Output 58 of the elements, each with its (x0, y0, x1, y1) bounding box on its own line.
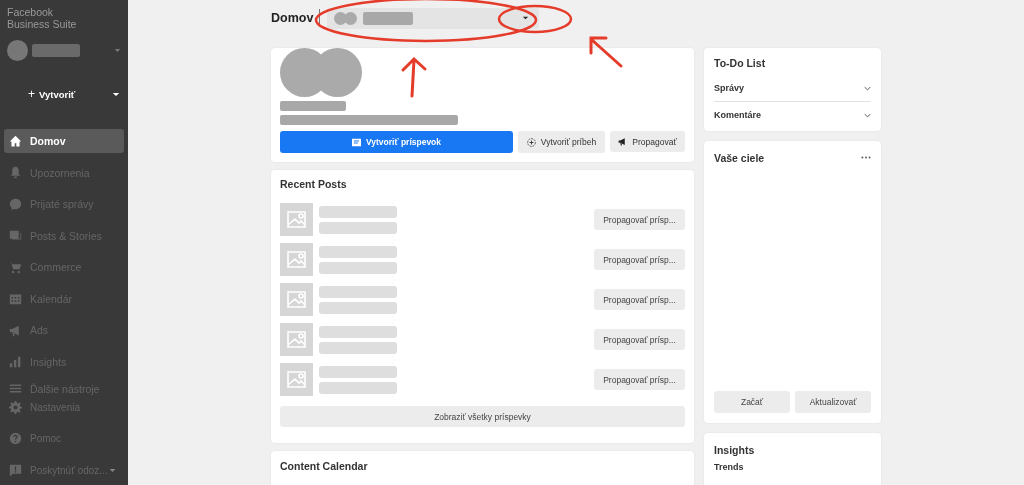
card-title: Recent Posts (280, 178, 348, 190)
chevron-down-icon (864, 112, 871, 118)
more-icon[interactable] (861, 156, 871, 159)
action-button[interactable]: Vytvoriť príspevok (280, 131, 513, 153)
promote-button[interactable]: Propagovať prísp... (594, 249, 685, 270)
goal-button[interactable]: Aktualizovať (795, 391, 871, 413)
name-placeholder (280, 101, 346, 111)
action-button[interactable]: Vytvoriť príbeh (518, 131, 605, 153)
account-avatar (7, 40, 28, 61)
page-name-placeholder (363, 11, 414, 25)
megaphone-icon (618, 137, 628, 146)
todo-item[interactable]: Správy (714, 75, 871, 101)
promote-button[interactable]: Propagovať prísp... (594, 369, 685, 390)
menu-icon (9, 382, 22, 395)
calendar-icon (9, 292, 22, 305)
card-title: Content Calendar (280, 460, 369, 472)
sidebar-item[interactable]: Domov (4, 129, 124, 153)
promote-button[interactable]: Propagovať prísp... (594, 209, 685, 230)
caret-icon[interactable] (114, 48, 121, 53)
image-icon (280, 203, 313, 236)
caret-icon (522, 16, 530, 20)
post-icon (351, 137, 361, 147)
create-button[interactable]: + Vytvoriť (28, 87, 120, 101)
bell-icon (9, 166, 22, 179)
action-button[interactable]: Propagovať (610, 131, 685, 152)
image-icon (280, 283, 313, 316)
brand-name: Business Suite (7, 18, 78, 30)
plus-circle-icon (526, 137, 536, 147)
caret-icon (112, 91, 120, 97)
megaphone-icon (9, 323, 22, 337)
promote-button[interactable]: Propagovať prísp... (594, 329, 685, 350)
card-title: Insights (714, 444, 756, 456)
image-icon (280, 243, 313, 276)
brand-name: Facebook (7, 6, 55, 18)
annotation-arrow (400, 56, 428, 98)
promote-button[interactable]: Propagovať prísp... (594, 289, 685, 310)
account-name-placeholder (32, 44, 80, 57)
show-all-button[interactable]: Zobraziť všetky príspevky (280, 406, 685, 427)
page-title: Domov (271, 11, 314, 25)
page-avatar (334, 11, 348, 25)
annotation-arrow (588, 35, 624, 69)
goal-button[interactable]: Začať (714, 391, 790, 413)
image-icon (280, 363, 313, 396)
chat-icon (9, 197, 22, 211)
chevron-down-icon (864, 85, 871, 91)
page-selector[interactable] (327, 7, 540, 29)
image-icon (280, 323, 313, 356)
settings-icon (9, 400, 22, 414)
todo-item[interactable]: Komentáre (714, 101, 871, 128)
card-title: To-Do List (714, 57, 767, 69)
page-avatar (344, 11, 358, 25)
exclamation-icon (9, 463, 22, 477)
card-title: Vaše ciele (714, 152, 765, 164)
section-title: Trends (714, 462, 745, 472)
posts-icon (9, 229, 22, 242)
home-icon (9, 134, 22, 148)
help-icon (9, 432, 22, 445)
bars-icon (9, 355, 22, 368)
